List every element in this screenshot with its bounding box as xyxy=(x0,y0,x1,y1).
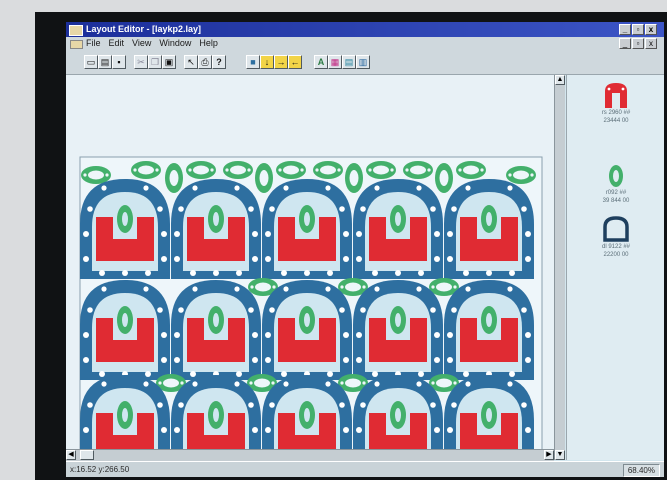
gasket-row-1 xyxy=(80,179,534,279)
doc-minimize-button[interactable]: _ xyxy=(619,38,631,49)
part-label-1: dl 9122 ## xyxy=(601,244,631,250)
part-label-2: 39 844 00 xyxy=(602,198,630,204)
vertical-scrollbar[interactable]: ▲ ▼ xyxy=(554,75,565,460)
tool-d-button[interactable]: ▥ xyxy=(356,55,370,69)
doc-restore-button[interactable]: ▫ xyxy=(632,38,644,49)
d-part-icon xyxy=(603,216,629,242)
fill-button[interactable]: ■ xyxy=(246,55,260,69)
tool-a-button[interactable]: A xyxy=(314,55,328,69)
doc-close-button[interactable]: x xyxy=(645,38,657,49)
new-button[interactable]: ▭ xyxy=(84,55,98,69)
scroll-left-arrow[interactable]: ◀ xyxy=(66,450,76,460)
gasket-row-2 xyxy=(80,280,534,380)
menu-edit[interactable]: Edit xyxy=(109,37,125,50)
scroll-thumb[interactable] xyxy=(80,450,94,460)
select-button[interactable]: ↖ xyxy=(184,55,198,69)
layout-canvas[interactable] xyxy=(66,75,554,460)
app-window: Layout Editor - [laykp2.lay] _ ▫ x File … xyxy=(66,22,664,477)
part-label-2: 23444 00 xyxy=(603,118,629,124)
part-label-1: r092 ## xyxy=(605,190,627,196)
menu-bar: File Edit View Window Help _ ▫ x xyxy=(66,37,664,50)
print-button[interactable]: ⎙ xyxy=(198,55,212,69)
open-button[interactable]: ▤ xyxy=(98,55,112,69)
part-item-u[interactable]: rs 2960 ## 23444 00 xyxy=(567,81,664,125)
close-button[interactable]: x xyxy=(645,24,657,35)
window-controls: _ ▫ x xyxy=(619,24,657,35)
minimize-button[interactable]: _ xyxy=(619,24,631,35)
tool-c-button[interactable]: ▤ xyxy=(342,55,356,69)
move-left-button[interactable]: ← xyxy=(288,55,302,69)
part-item-d[interactable]: dl 9122 ## 22200 00 xyxy=(567,215,664,259)
oval-part-icon xyxy=(609,165,623,187)
app-icon xyxy=(69,25,83,36)
menu-view[interactable]: View xyxy=(132,37,151,50)
help-button[interactable]: ? xyxy=(212,55,226,69)
nesting-layout[interactable] xyxy=(66,75,554,460)
status-bar: x:16.52 y:266.50 68.40% xyxy=(66,461,664,477)
document-icon[interactable] xyxy=(70,40,83,49)
move-right-button[interactable]: → xyxy=(274,55,288,69)
move-down-button[interactable]: ↓ xyxy=(260,55,274,69)
cursor-coordinates: x:16.52 y:266.50 xyxy=(70,465,130,474)
title-bar: Layout Editor - [laykp2.lay] _ ▫ x xyxy=(66,22,664,37)
scroll-down-arrow[interactable]: ▼ xyxy=(555,450,565,460)
gasket-row-3 xyxy=(80,375,534,460)
tool-b-button[interactable]: ▦ xyxy=(328,55,342,69)
menu-file[interactable]: File xyxy=(86,37,101,50)
part-item-oval[interactable]: r092 ## 39 844 00 xyxy=(567,163,664,205)
menu-help[interactable]: Help xyxy=(199,37,218,50)
u-part-icon xyxy=(605,83,627,108)
copy-button[interactable]: ❐ xyxy=(148,55,162,69)
window-title: Layout Editor - [laykp2.lay] xyxy=(86,24,202,34)
scroll-up-arrow[interactable]: ▲ xyxy=(555,75,565,85)
document-controls: _ ▫ x xyxy=(619,38,657,49)
zoom-level[interactable]: 68.40% xyxy=(622,464,660,477)
parts-panel: rs 2960 ## 23444 00 r092 ## 39 844 00 dl… xyxy=(566,75,664,460)
paste-button[interactable]: ▣ xyxy=(162,55,176,69)
cut-button[interactable]: ✂ xyxy=(134,55,148,69)
toolbar: ▭ ▤ ▪ ✂ ❐ ▣ ↖ ⎙ ? ■ ↓ → ← A ▦ ▤ ▥ xyxy=(66,50,664,75)
menu-window[interactable]: Window xyxy=(159,37,191,50)
part-label-2: 22200 00 xyxy=(603,252,629,258)
maximize-button[interactable]: ▫ xyxy=(632,24,644,35)
save-button[interactable]: ▪ xyxy=(112,55,126,69)
part-label-1: rs 2960 ## xyxy=(601,110,631,116)
horizontal-scrollbar[interactable]: ◀ ▶ xyxy=(66,449,554,461)
scroll-right-arrow[interactable]: ▶ xyxy=(544,450,554,460)
